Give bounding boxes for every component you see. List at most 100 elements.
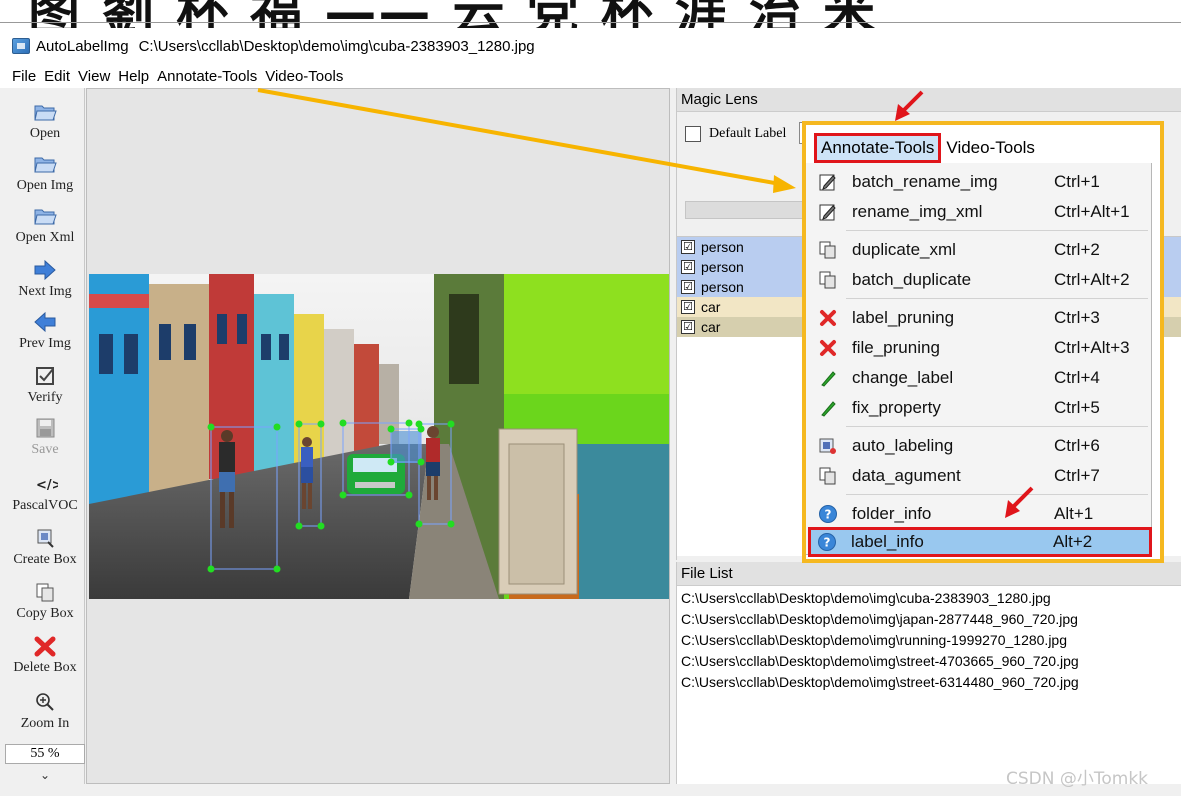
menu-item-label: auto_labeling	[852, 436, 954, 455]
label-checkbox[interactable]: ☑	[681, 240, 695, 254]
divider	[0, 22, 1181, 23]
menu-separator	[846, 494, 1148, 495]
street-scene-image	[89, 274, 669, 599]
menu-item-label: change_label	[852, 368, 954, 387]
annotated-photo	[89, 274, 669, 599]
copy-icon	[818, 466, 838, 486]
zoom-in-button[interactable]: Zoom In	[5, 690, 85, 732]
label-checkbox[interactable]: ☑	[681, 320, 695, 334]
pencil-note-icon	[818, 172, 838, 192]
pascalvoc-label: PascalVOC	[12, 498, 78, 513]
label-text: person	[701, 279, 744, 295]
menu-item-file-pruning[interactable]: file_pruning Ctrl+Alt+3	[812, 333, 1150, 363]
title-bar: AutoLabelImg C:\Users\ccllab\Desktop\dem…	[0, 28, 1181, 64]
menu-item-shortcut: Ctrl+6	[1054, 436, 1100, 455]
file-list-item[interactable]: C:\Users\ccllab\Desktop\demo\img\street-…	[677, 672, 1181, 693]
save-label: Save	[31, 442, 59, 457]
green-pen-icon	[818, 368, 838, 388]
label-checkbox[interactable]: ☑	[681, 260, 695, 274]
app-name: AutoLabelImg	[36, 37, 129, 55]
menu-help[interactable]: Help	[118, 68, 149, 85]
folder-open-icon	[34, 105, 57, 121]
svg-text:?: ?	[825, 508, 832, 522]
menu-view[interactable]: View	[78, 68, 110, 85]
arrow-right-icon	[34, 259, 56, 281]
checkbox-box[interactable]	[685, 126, 701, 142]
folder-open-icon	[34, 209, 57, 225]
save-button[interactable]: Save	[5, 416, 85, 458]
file-list-item[interactable]: C:\Users\ccllab\Desktop\demo\img\japan-2…	[677, 609, 1181, 630]
menu-item-change-label[interactable]: change_label Ctrl+4	[812, 363, 1150, 393]
svg-text:</>: </>	[36, 478, 58, 493]
tab-annotate-tools[interactable]: Annotate-Tools	[814, 133, 942, 163]
open-img-button[interactable]: Open Img	[5, 152, 85, 194]
folder-open-icon	[34, 157, 57, 173]
copy-icon	[36, 583, 54, 602]
menu-item-label: batch_duplicate	[852, 270, 972, 289]
left-toolbar: Open Open Img Open Xml Next Img Prev Img…	[5, 88, 85, 784]
svg-text:?: ?	[824, 536, 831, 550]
open-label: Open	[29, 126, 61, 141]
next-img-label: Next Img	[18, 284, 72, 299]
magic-lens-title: Magic Lens	[677, 88, 1181, 112]
checkbox-icon	[36, 367, 54, 385]
dropdown-menu-header: Annotate-Tools Video-Tools	[814, 133, 1035, 163]
menu-item-shortcut: Ctrl+Alt+3	[1054, 338, 1130, 357]
menu-item-shortcut: Ctrl+3	[1054, 308, 1100, 327]
menu-video-tools[interactable]: Video-Tools	[265, 68, 343, 85]
menu-item-label-info[interactable]: ? label_info Alt+2	[808, 527, 1152, 557]
tab-video-tools[interactable]: Video-Tools	[941, 138, 1035, 158]
label-text: person	[701, 259, 744, 275]
heading-fragment: 图 劉 杯 福 —— 云 党 杯 涯 治 米	[28, 0, 877, 28]
magic-lens-bar[interactable]	[685, 201, 815, 219]
help-circle-icon: ?	[817, 532, 837, 552]
delete-box-button[interactable]: Delete Box	[5, 634, 85, 676]
copy-icon	[818, 240, 838, 260]
file-list-item[interactable]: C:\Users\ccllab\Desktop\demo\img\street-…	[677, 651, 1181, 672]
watermark: CSDN @小Tomkk	[1006, 769, 1149, 789]
annotate-tools-dropdown: Annotate-Tools Video-Tools batch_rename_…	[802, 121, 1164, 563]
menu-edit[interactable]: Edit	[44, 68, 70, 85]
menu-item-label: rename_img_xml	[852, 202, 983, 221]
pascalvoc-button[interactable]: </> PascalVOC	[5, 472, 85, 514]
menu-item-auto-labeling[interactable]: auto_labeling Ctrl+6	[812, 431, 1150, 461]
menu-item-rename-img-xml[interactable]: rename_img_xml Ctrl+Alt+1	[812, 197, 1150, 227]
menu-item-folder-info[interactable]: ? folder_info Alt+1	[812, 499, 1150, 529]
menu-annotate-tools[interactable]: Annotate-Tools	[157, 68, 257, 85]
file-list-item[interactable]: C:\Users\ccllab\Desktop\demo\img\cuba-23…	[677, 588, 1181, 609]
menu-file[interactable]: File	[12, 68, 36, 85]
menu-item-label: label_pruning	[852, 308, 955, 327]
verify-label: Verify	[27, 390, 63, 405]
create-box-button[interactable]: Create Box	[5, 526, 85, 568]
menu-item-batch-duplicate[interactable]: batch_duplicate Ctrl+Alt+2	[812, 265, 1150, 295]
toolbar-more-chevron[interactable]: ⌄	[5, 768, 85, 782]
arrow-left-icon	[34, 311, 56, 333]
verify-button[interactable]: Verify	[5, 364, 85, 406]
copy-box-button[interactable]: Copy Box	[5, 580, 85, 622]
image-canvas[interactable]	[86, 88, 670, 784]
prev-img-button[interactable]: Prev Img	[5, 310, 85, 352]
help-circle-icon: ?	[818, 504, 838, 524]
menu-item-shortcut: Ctrl+7	[1054, 466, 1100, 485]
next-img-button[interactable]: Next Img	[5, 258, 85, 300]
file-list-item[interactable]: C:\Users\ccllab\Desktop\demo\img\running…	[677, 630, 1181, 651]
zoom-in-icon	[36, 693, 54, 711]
open-button[interactable]: Open	[5, 100, 85, 142]
default-label-text: Default Label	[709, 126, 787, 141]
pencil-note-icon	[818, 202, 838, 222]
zoom-level-input[interactable]: 55 %	[5, 744, 85, 764]
menu-item-duplicate-xml[interactable]: duplicate_xml Ctrl+2	[812, 235, 1150, 265]
save-icon	[36, 418, 55, 438]
menu-item-shortcut: Ctrl+4	[1054, 368, 1100, 387]
menu-item-data-agument[interactable]: data_agument Ctrl+7	[812, 461, 1150, 491]
menu-item-fix-property[interactable]: fix_property Ctrl+5	[812, 393, 1150, 423]
label-checkbox[interactable]: ☑	[681, 280, 695, 294]
menu-item-shortcut: Ctrl+Alt+1	[1054, 202, 1130, 221]
menu-item-shortcut: Ctrl+5	[1054, 398, 1100, 417]
label-checkbox[interactable]: ☑	[681, 300, 695, 314]
menu-item-label-pruning[interactable]: label_pruning Ctrl+3	[812, 303, 1150, 333]
file-list-panel: File List C:\Users\ccllab\Desktop\demo\i…	[676, 562, 1181, 784]
default-label-checkbox[interactable]: Default Label	[685, 126, 786, 142]
open-xml-button[interactable]: Open Xml	[5, 204, 85, 246]
menu-item-batch-rename-img[interactable]: batch_rename_img Ctrl+1	[812, 167, 1150, 197]
